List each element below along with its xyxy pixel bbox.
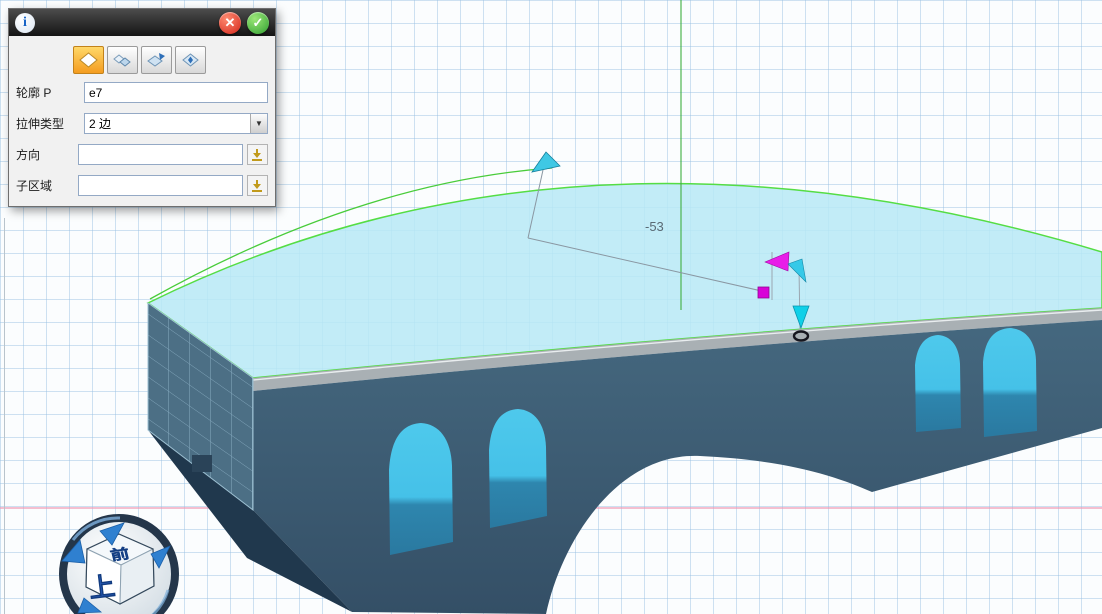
arch-opening-1[interactable]	[389, 423, 453, 555]
boolean-base-icon	[79, 52, 98, 68]
view-cube-front-label[interactable]: 上	[87, 571, 116, 604]
extrude-type-row: 拉伸类型 2 边 ▼	[9, 113, 275, 134]
arch-opening-4[interactable]	[983, 328, 1037, 437]
arch-opening-3[interactable]	[915, 335, 961, 432]
move-handle-cube-icon[interactable]	[758, 287, 769, 298]
profile-label: 轮廓 P	[16, 84, 84, 101]
profile-field-row: 轮廓 P	[9, 82, 275, 103]
extrude-type-label: 拉伸类型	[16, 115, 84, 132]
pick-target-icon	[250, 179, 264, 193]
dimension-label[interactable]: -53	[645, 219, 664, 234]
x-icon: ✕	[225, 15, 236, 31]
boolean-base-button[interactable]	[73, 46, 104, 74]
boolean-add-icon	[113, 52, 132, 68]
direction-cone-icon[interactable]	[532, 152, 560, 172]
pick-target-icon	[250, 148, 264, 162]
profile-input[interactable]	[84, 82, 268, 103]
direction-row: 方向	[9, 144, 275, 165]
arch-opening-2[interactable]	[489, 409, 547, 528]
cancel-button[interactable]: ✕	[219, 12, 241, 34]
extrude-dialog: i ✕ ✓	[8, 8, 276, 207]
direction-picker-button[interactable]	[247, 144, 268, 165]
check-icon: ✓	[253, 15, 264, 31]
extrude-type-select[interactable]: 2 边 ▼	[84, 113, 268, 134]
boolean-intersect-icon	[181, 52, 200, 68]
boolean-intersect-button[interactable]	[175, 46, 206, 74]
cad-viewport[interactable]: -53 前 上	[0, 0, 1102, 614]
subregion-picker-button[interactable]	[247, 175, 268, 196]
subregion-label: 子区域	[16, 177, 78, 194]
boolean-add-button[interactable]	[107, 46, 138, 74]
bridge-model[interactable]	[148, 168, 1102, 614]
floating-fragment[interactable]	[192, 455, 212, 472]
subregion-row: 子区域	[9, 175, 275, 196]
dialog-titlebar[interactable]: i ✕ ✓	[9, 9, 275, 36]
boolean-toolbar	[9, 36, 275, 82]
view-cube[interactable]: 前 上	[62, 518, 175, 614]
confirm-button[interactable]: ✓	[247, 12, 269, 34]
info-icon: i	[15, 13, 35, 33]
direction-input[interactable]	[78, 144, 243, 165]
direction-label: 方向	[16, 146, 78, 163]
view-cube-top-label[interactable]: 前	[108, 545, 131, 564]
boolean-remove-icon	[147, 52, 166, 68]
subregion-input[interactable]	[78, 175, 243, 196]
extrude-type-value: 2 边	[85, 115, 250, 132]
boolean-remove-button[interactable]	[141, 46, 172, 74]
dropdown-arrow-icon[interactable]: ▼	[250, 114, 267, 133]
